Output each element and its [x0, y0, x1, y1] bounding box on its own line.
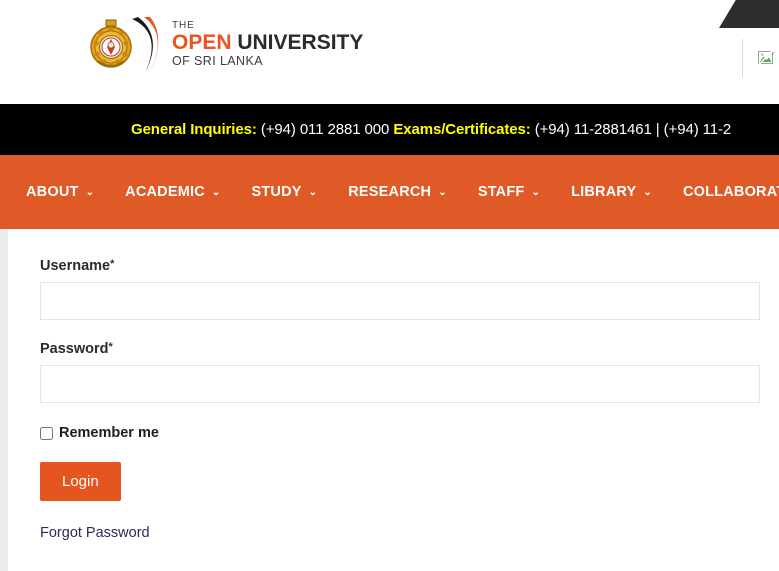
logo-line-sub: OF SRI LANKA	[172, 53, 263, 68]
remember-me-label: Remember me	[59, 425, 159, 441]
login-button[interactable]: Login	[40, 462, 121, 501]
corner-tab-shape	[719, 0, 779, 28]
nav-item-label: ACADEMIC	[125, 184, 205, 200]
username-label: Username*	[40, 258, 779, 274]
nav-item-label: STAFF	[477, 184, 525, 200]
remember-me-checkbox[interactable]	[40, 426, 53, 440]
nav-item-staff[interactable]: STAFF ⌄	[478, 184, 540, 200]
password-required-marker: *	[108, 341, 113, 353]
nav-item-list: ABOUT ⌄ ACADEMIC ⌄ STUDY ⌄ RESEARCH ⌄ ST…	[0, 155, 779, 229]
logo-wordmark: THE OPEN UNIVERSITY OF SRI LANKA	[172, 19, 363, 70]
exams-certificates-label: Exams/Certificates:	[393, 121, 531, 138]
logo-line-main: OPEN UNIVERSITY	[172, 32, 363, 53]
nav-item-label: LIBRARY	[571, 184, 637, 200]
nav-item-research[interactable]: RESEARCH ⌄	[348, 184, 447, 200]
field-spacer	[40, 320, 779, 341]
contact-banner-text: General Inquiries: (+94) 011 2881 000 Ex…	[0, 121, 731, 138]
header-divider	[742, 39, 743, 77]
username-label-text: Username	[40, 258, 111, 274]
nav-item-about[interactable]: ABOUT ⌄	[26, 184, 94, 200]
nav-item-library[interactable]: LIBRARY ⌄	[571, 184, 652, 200]
login-panel: Username* Password* Remember me Login Fo…	[8, 229, 779, 571]
logo-line-the: THE	[172, 19, 195, 31]
exams-certificates-value: (+94) 11-2881461 | (+94) 11-2	[530, 121, 732, 138]
chevron-down-icon: ⌄	[438, 187, 447, 198]
general-inquiries-label: General Inquiries:	[131, 121, 257, 138]
password-input[interactable]	[40, 365, 760, 403]
password-label-text: Password	[40, 341, 109, 357]
nav-item-label: ABOUT	[26, 184, 79, 200]
contact-banner: General Inquiries: (+94) 011 2881 000 Ex…	[0, 104, 779, 155]
main-navigation: ABOUT ⌄ ACADEMIC ⌄ STUDY ⌄ RESEARCH ⌄ ST…	[0, 155, 779, 229]
nav-item-label: STUDY	[251, 184, 302, 200]
login-form: Username* Password* Remember me Login Fo…	[40, 258, 779, 541]
header-right-area	[742, 38, 779, 78]
nav-item-label: COLLABORATE	[682, 184, 779, 200]
forgot-password-link[interactable]: Forgot Password	[40, 525, 779, 541]
username-input[interactable]	[40, 282, 760, 320]
chevron-down-icon: ⌄	[85, 187, 95, 198]
browser-viewport: THE OPEN UNIVERSITY OF SRI LANKA General…	[0, 0, 779, 571]
nav-item-label: RESEARCH	[348, 184, 432, 200]
site-logo[interactable]: THE OPEN UNIVERSITY OF SRI LANKA	[88, 14, 363, 76]
site-header: THE OPEN UNIVERSITY OF SRI LANKA	[0, 0, 779, 104]
logo-word-university: UNIVERSITY	[231, 30, 364, 54]
chevron-down-icon: ⌄	[531, 187, 541, 198]
password-label: Password*	[40, 341, 779, 357]
general-inquiries-value: (+94) 011 2881 000	[256, 121, 394, 138]
username-required-marker: *	[110, 258, 115, 270]
nav-item-collaborate[interactable]: COLLABORATE ⌄	[683, 184, 779, 200]
remember-me-row[interactable]: Remember me	[40, 425, 779, 441]
chevron-down-icon: ⌄	[308, 187, 318, 198]
chevron-down-icon: ⌄	[211, 187, 221, 198]
broken-image-icon[interactable]	[757, 49, 775, 67]
nav-item-study[interactable]: STUDY ⌄	[252, 184, 318, 200]
logo-swoosh-icon	[128, 17, 162, 73]
logo-word-open: OPEN	[172, 30, 232, 54]
chevron-down-icon: ⌄	[643, 187, 652, 198]
nav-item-academic[interactable]: ACADEMIC ⌄	[125, 184, 220, 200]
